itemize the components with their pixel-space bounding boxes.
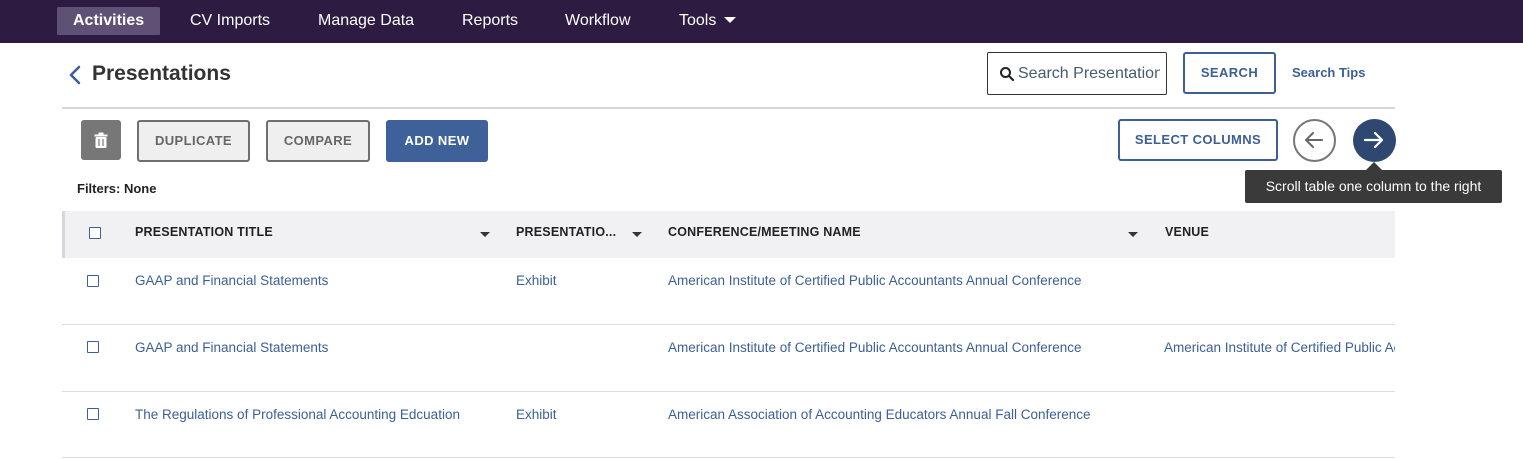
row-type[interactable]: Exhibit: [516, 407, 557, 422]
search-input[interactable]: [1018, 62, 1160, 86]
sort-caret-icon[interactable]: [632, 232, 642, 237]
search-button[interactable]: SEARCH: [1183, 52, 1276, 94]
table-header: PRESENTATION TITLE PRESENTATIO... CONFER…: [62, 211, 1395, 258]
header-divider: [62, 107, 1395, 109]
row-checkbox[interactable]: [87, 275, 99, 287]
row-title-link[interactable]: GAAP and Financial Statements: [135, 273, 328, 288]
scroll-right-button[interactable]: [1353, 119, 1396, 162]
arrow-left-icon: [1305, 132, 1323, 148]
filters-summary: Filters: None: [77, 181, 156, 196]
search-tips-link[interactable]: Search Tips: [1292, 65, 1365, 80]
column-header-presentation-type[interactable]: PRESENTATIO...: [516, 225, 616, 239]
nav-workflow[interactable]: Workflow: [549, 7, 647, 35]
scroll-tooltip: Scroll table one column to the right: [1245, 170, 1502, 203]
nav-tools-label: Tools: [679, 12, 717, 29]
nav-cv-imports[interactable]: CV Imports: [174, 7, 286, 35]
chevron-down-icon: [724, 16, 737, 23]
sort-caret-icon[interactable]: [480, 232, 490, 237]
compare-button[interactable]: COMPARE: [266, 120, 370, 162]
table-row: GAAP and Financial Statements Exhibit Am…: [62, 258, 1395, 325]
column-header-venue[interactable]: VENUE: [1165, 225, 1209, 239]
search-box: [987, 52, 1167, 95]
row-checkbox[interactable]: [87, 341, 99, 353]
nav-tools[interactable]: Tools: [663, 7, 752, 35]
nav-manage-data[interactable]: Manage Data: [302, 7, 430, 35]
column-header-presentation-title[interactable]: PRESENTATION TITLE: [135, 225, 273, 239]
tooltip-arrow: [1366, 162, 1382, 170]
row-conference[interactable]: American Institute of Certified Public A…: [668, 273, 1081, 288]
row-title-link[interactable]: GAAP and Financial Statements: [135, 340, 328, 355]
row-venue[interactable]: American Institute of Certified Public A…: [1164, 340, 1395, 355]
scroll-left-button[interactable]: [1293, 119, 1336, 162]
filters-label: Filters:: [77, 181, 121, 196]
search-icon: [1000, 67, 1015, 82]
chevron-left-icon[interactable]: [66, 64, 84, 86]
filters-value: None: [123, 181, 157, 196]
column-header-conference[interactable]: CONFERENCE/MEETING NAME: [668, 225, 861, 239]
sort-caret-icon[interactable]: [1128, 232, 1138, 237]
row-conference[interactable]: American Association of Accounting Educa…: [668, 407, 1091, 422]
delete-button[interactable]: [81, 120, 121, 160]
table-row: The Regulations of Professional Accounti…: [62, 391, 1395, 458]
top-nav: Activities CV Imports Manage Data Report…: [0, 0, 1523, 43]
arrow-right-icon: [1363, 131, 1384, 149]
row-type[interactable]: Exhibit: [516, 273, 557, 288]
select-all-checkbox[interactable]: [89, 227, 101, 239]
row-checkbox[interactable]: [87, 408, 99, 420]
page-title: Presentations: [92, 62, 231, 85]
row-conference[interactable]: American Institute of Certified Public A…: [668, 340, 1081, 355]
nav-activities[interactable]: Activities: [57, 7, 161, 35]
nav-reports[interactable]: Reports: [446, 7, 534, 35]
select-columns-button[interactable]: SELECT COLUMNS: [1118, 119, 1278, 161]
duplicate-button[interactable]: DUPLICATE: [137, 120, 250, 162]
table-row: GAAP and Financial Statements American I…: [62, 325, 1395, 392]
trash-icon: [94, 132, 108, 148]
add-new-button[interactable]: ADD NEW: [386, 120, 488, 162]
row-title-link[interactable]: The Regulations of Professional Accounti…: [135, 407, 460, 422]
